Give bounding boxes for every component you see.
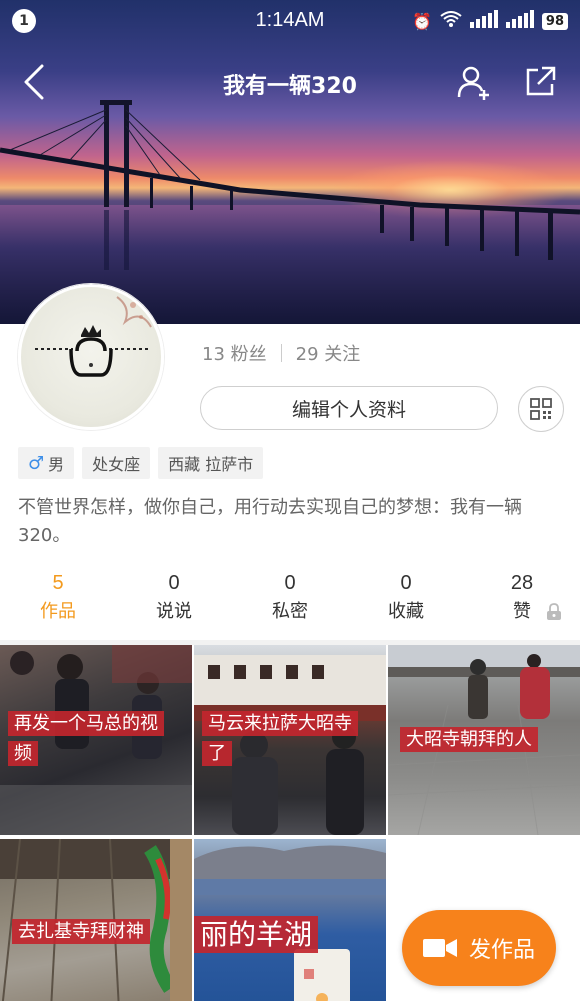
tab-posts-count: 0	[168, 572, 180, 594]
work-caption: 再发一个马总的视频	[8, 709, 178, 769]
bridge-illustration	[0, 100, 580, 270]
tab-posts-label: 说说	[156, 601, 192, 622]
tag-gender-label: 男	[48, 455, 65, 474]
cover-image	[0, 0, 580, 324]
male-icon: ♂	[28, 452, 45, 474]
work-caption: 丽的羊湖	[194, 915, 386, 955]
profile-tabs: 5 作品 0 说说 0 私密 0 收藏 28 赞	[0, 572, 580, 628]
publish-work-label: 发作品	[468, 938, 535, 963]
work-caption-text: 去扎基寺拜财神	[12, 919, 150, 944]
work-caption-text: 丽的羊湖	[194, 916, 319, 953]
tab-likes[interactable]: 28 赞	[464, 572, 580, 628]
tag-gender: ♂ 男	[18, 447, 75, 479]
work-tile[interactable]: 去扎基寺拜财神	[0, 839, 192, 1001]
add-friend-icon[interactable]	[456, 64, 492, 100]
tab-works-label: 作品	[40, 601, 76, 622]
qr-code-icon	[530, 398, 552, 420]
work-tile[interactable]: 再发一个马总的视频	[0, 645, 192, 835]
following-count[interactable]: 29 关注	[296, 340, 361, 366]
tab-posts[interactable]: 0 说说	[116, 572, 232, 628]
work-tile[interactable]: 丽的羊湖	[194, 839, 386, 1001]
work-caption-text: 大昭寺朝拜的人	[400, 727, 538, 752]
tab-likes-label: 赞	[513, 601, 531, 622]
video-camera-icon	[422, 939, 457, 957]
status-bar: 1 1:14AM ⏰ 98	[0, 0, 580, 42]
publish-work-button[interactable]: 发作品	[402, 910, 556, 986]
stats-divider	[280, 344, 282, 362]
tab-private-count: 0	[284, 572, 296, 594]
work-caption-text: 再发一个马总的视频	[8, 711, 164, 766]
tab-private-label: 私密	[272, 601, 308, 622]
tab-favorites[interactable]: 0 收藏	[348, 572, 464, 628]
avatar-illustration	[35, 296, 152, 377]
profile-bio: 不管世界怎样，做你自己，用行动去实现自己的梦想：我有一辆320。	[18, 497, 522, 546]
tab-works-count: 5	[52, 572, 64, 594]
nav-bar: 我有一辆320	[0, 50, 580, 114]
work-caption: 大昭寺朝拜的人	[400, 725, 570, 755]
work-caption: 去扎基寺拜财神	[12, 917, 190, 947]
tag-constellation: 处女座	[82, 447, 151, 479]
work-tile[interactable]: 马云来拉萨大昭寺了	[194, 645, 386, 835]
tab-likes-count: 28	[510, 572, 534, 594]
tag-constellation-label: 处女座	[92, 455, 141, 474]
tab-favorites-label: 收藏	[388, 601, 424, 622]
lock-icon	[546, 603, 562, 625]
status-time: 1:14AM	[255, 9, 325, 31]
tab-private[interactable]: 0 私密	[232, 572, 348, 628]
profile-tags: ♂ 男 处女座 西藏 拉萨市	[18, 447, 264, 479]
followers-count[interactable]: 13 粉丝	[202, 340, 267, 366]
page-title: 我有一辆320	[223, 74, 357, 99]
tab-favorites-count: 0	[400, 572, 412, 594]
follow-stats: 13 粉丝 29 关注	[202, 340, 360, 366]
tag-location-label: 西藏 拉萨市	[168, 455, 254, 474]
work-tile[interactable]: 大昭寺朝拜的人	[388, 645, 580, 835]
tab-works[interactable]: 5 作品	[0, 572, 116, 628]
share-icon[interactable]	[522, 64, 558, 100]
avatar[interactable]	[18, 284, 164, 430]
work-caption-text: 马云来拉萨大昭寺了	[202, 711, 358, 766]
edit-profile-button[interactable]: 编辑个人资料	[200, 386, 498, 430]
work-caption: 马云来拉萨大昭寺了	[202, 709, 372, 769]
qr-code-button[interactable]	[518, 386, 564, 432]
tag-location: 西藏 拉萨市	[158, 447, 264, 479]
